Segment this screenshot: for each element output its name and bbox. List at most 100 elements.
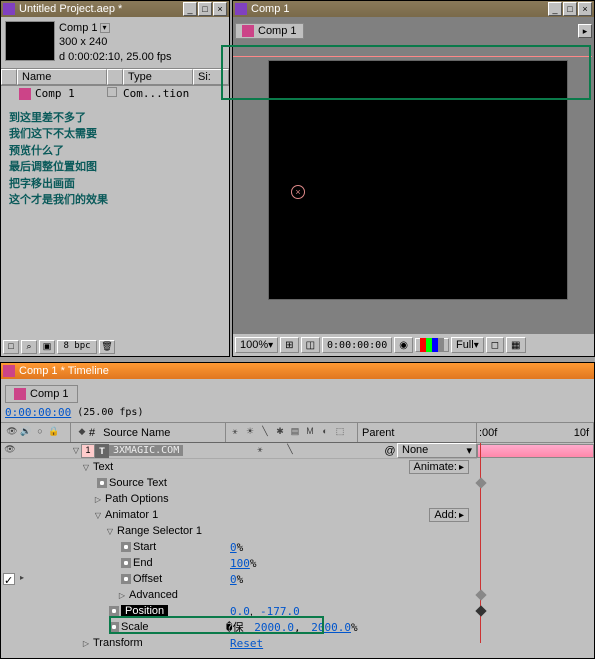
source-col[interactable]: Source Name (103, 427, 170, 439)
viewer-menu-button[interactable]: ▸ (578, 24, 592, 38)
layer-name[interactable]: 3XMAGIC.COM (109, 445, 183, 456)
pickwhip-icon[interactable]: @ (383, 445, 397, 457)
timeline-tab[interactable]: Comp 1 (5, 385, 78, 403)
motion-blur-icon[interactable]: M (303, 426, 317, 440)
minimize-button[interactable]: _ (183, 2, 197, 16)
layer-row[interactable]: 👁 ▽ 1 T 3XMAGIC.COM ⚹╲ @ None▾ (1, 443, 477, 459)
col-name[interactable]: Name (17, 69, 107, 85)
end-stopwatch[interactable] (121, 558, 131, 568)
project-item-row[interactable]: Comp 1 Com...tion (1, 86, 229, 102)
position-y[interactable]: -177.0 (260, 605, 300, 618)
layer-twisty[interactable]: ▽ (71, 446, 81, 455)
prop-transform[interactable]: Transform (93, 637, 143, 649)
3d-icon[interactable]: ⬚ (333, 426, 347, 440)
scale-stopwatch[interactable] (109, 622, 119, 632)
start-value[interactable]: 0 (230, 541, 237, 554)
prop-start[interactable]: Start (133, 541, 156, 553)
current-time[interactable]: 0:00:00:00 (5, 406, 71, 419)
offset-check[interactable]: ✓ (3, 573, 15, 585)
col-icon[interactable] (1, 69, 17, 85)
safe-zones-button[interactable]: ⊞ (280, 337, 298, 353)
prop-text[interactable]: Text (93, 461, 113, 473)
shy-icon[interactable]: ⚹ (228, 426, 242, 440)
composition-canvas[interactable] (268, 60, 568, 300)
col-label[interactable] (107, 69, 123, 85)
source-text-stopwatch[interactable] (97, 478, 107, 488)
idx-col[interactable]: # (89, 427, 95, 439)
trash-button[interactable]: 🗑 (99, 340, 115, 354)
position-stopwatch[interactable] (109, 606, 119, 616)
mask-button[interactable]: ◫ (301, 337, 320, 353)
adjustment-icon[interactable]: ◐ (318, 426, 332, 440)
new-comp-button[interactable]: ▣ (39, 340, 55, 354)
position-x[interactable]: 0.0 (230, 605, 250, 618)
snapshot-button[interactable]: ◉ (394, 337, 413, 353)
comp-dimensions: 300 x 240 (59, 35, 172, 49)
timeline-track-area[interactable] (477, 443, 594, 643)
new-folder-button[interactable]: □ (3, 340, 19, 354)
zoom-dropdown[interactable]: 100% ▾ (235, 337, 278, 353)
close-button[interactable]: × (213, 2, 227, 16)
end-value[interactable]: 100 (230, 557, 250, 570)
comp-dropdown-icon[interactable]: ▾ (100, 23, 110, 33)
visibility-toggle[interactable]: 👁 (3, 444, 17, 458)
prop-position[interactable]: Position (121, 605, 168, 617)
layer-duration-bar[interactable] (477, 444, 594, 458)
time-display[interactable]: 0:00:00:00 (322, 337, 392, 353)
collapse-icon[interactable]: ☀ (243, 426, 257, 440)
offset-stopwatch[interactable] (121, 574, 131, 584)
av-toggle-icon[interactable]: 👁 (5, 426, 19, 440)
prop-animator1[interactable]: Animator 1 (105, 509, 158, 521)
path-twisty[interactable]: ▷ (93, 495, 103, 504)
project-icon (3, 3, 15, 15)
start-stopwatch[interactable] (121, 542, 131, 552)
offset-value[interactable]: 0 (230, 573, 237, 586)
channel-buttons[interactable] (415, 338, 449, 352)
maximize-button[interactable]: □ (198, 2, 212, 16)
keyframe-icon[interactable] (475, 605, 486, 616)
prop-advanced[interactable]: Advanced (129, 589, 178, 601)
parent-col[interactable]: Parent (362, 427, 394, 439)
frame-blend-icon[interactable]: ▤ (288, 426, 302, 440)
find-button[interactable]: ⌕ (21, 340, 37, 354)
viewer-maximize-button[interactable]: □ (563, 2, 577, 16)
viewer-close-button[interactable]: × (578, 2, 592, 16)
add-button[interactable]: Add: ▸ (429, 508, 469, 522)
keyframe-icon[interactable] (475, 477, 486, 488)
anim1-twisty[interactable]: ▽ (93, 511, 103, 520)
bpc-button[interactable]: 8 bpc (57, 340, 97, 354)
resolution-dropdown[interactable]: Full ▾ (451, 337, 484, 353)
prop-end[interactable]: End (133, 557, 153, 569)
viewer-minimize-button[interactable]: _ (548, 2, 562, 16)
col-size[interactable]: Si: (193, 69, 229, 85)
animate-button[interactable]: Animate: ▸ (409, 460, 469, 474)
prop-source-text[interactable]: Source Text (109, 477, 167, 489)
quality-icon[interactable]: ╲ (258, 426, 272, 440)
scale-x[interactable]: 2000.0 (254, 621, 294, 634)
prop-path[interactable]: Path Options (105, 493, 169, 505)
lock-toggle-icon[interactable]: 🔒 (47, 426, 61, 440)
comp-duration: d 0:00:02:10, 25.00 fps (59, 50, 172, 64)
roi-button[interactable]: ◻ (486, 337, 504, 353)
scale-y[interactable]: 2000.0 (311, 621, 351, 634)
audio-toggle-icon[interactable]: 🔊 (19, 426, 33, 440)
adv-twisty[interactable]: ▷ (117, 591, 127, 600)
viewer-tab[interactable]: Comp 1 (235, 23, 304, 39)
timeline-tab-icon (14, 388, 26, 400)
range-twisty[interactable]: ▽ (105, 527, 115, 536)
comp-thumbnail[interactable] (5, 21, 55, 61)
ruler-10: 10f (574, 427, 589, 439)
transform-twisty[interactable]: ▷ (81, 639, 91, 648)
parent-dropdown[interactable]: None▾ (397, 443, 477, 458)
transparency-button[interactable]: ▦ (506, 337, 525, 353)
prop-range[interactable]: Range Selector 1 (117, 525, 202, 537)
fx-icon[interactable]: ✱ (273, 426, 287, 440)
prop-scale[interactable]: Scale (121, 621, 149, 633)
label-col-icon[interactable]: ◆ (75, 426, 89, 440)
reset-button[interactable]: Reset (230, 637, 263, 650)
col-type[interactable]: Type (123, 69, 193, 85)
solo-toggle-icon[interactable]: ○ (33, 426, 47, 440)
prop-offset[interactable]: Offset (133, 573, 162, 585)
text-twisty[interactable]: ▽ (81, 463, 91, 472)
keyframe-icon[interactable] (475, 589, 486, 600)
